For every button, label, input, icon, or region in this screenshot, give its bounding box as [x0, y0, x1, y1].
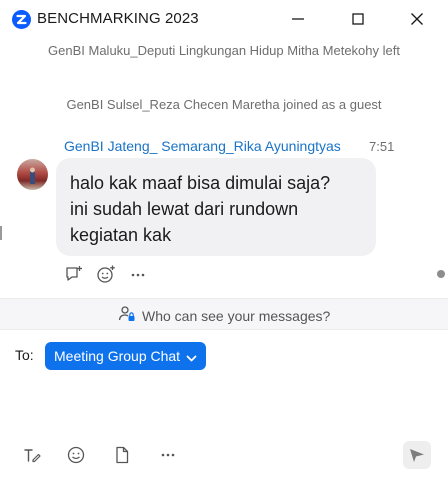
send-icon — [410, 449, 424, 462]
more-icon[interactable] — [128, 264, 148, 284]
message-privacy-bar[interactable]: Who can see your messages? — [0, 298, 448, 330]
person-lock-icon — [118, 305, 136, 326]
message-input[interactable] — [0, 376, 448, 436]
composer-toolbar — [0, 436, 448, 474]
chevron-down-icon — [186, 351, 197, 367]
maximize-button[interactable] — [348, 9, 368, 29]
message-text: halo kak maaf bisa dimulai saja? ini sud… — [70, 173, 331, 245]
message-bubble[interactable]: halo kak maaf bisa dimulai saja? ini sud… — [56, 158, 376, 256]
message-actions — [64, 262, 148, 286]
minimize-button[interactable] — [288, 9, 308, 29]
send-button[interactable] — [403, 441, 431, 469]
file-icon[interactable] — [111, 444, 133, 466]
maximize-icon — [352, 13, 364, 25]
recipient-select[interactable]: Meeting Group Chat — [45, 342, 206, 370]
close-button[interactable] — [407, 9, 427, 29]
avatar[interactable] — [17, 159, 48, 190]
to-label: To: — [15, 347, 34, 363]
zoom-logo-icon — [12, 10, 31, 29]
reply-icon[interactable] — [64, 264, 84, 284]
message-timestamp: 7:51 — [369, 139, 395, 154]
emoji-icon[interactable] — [65, 444, 87, 466]
chat-messages-area[interactable]: GenBI Maluku_Deputi Lingkungan Hidup Mit… — [0, 38, 448, 298]
privacy-label: Who can see your messages? — [142, 307, 331, 324]
scrollbar-thumb[interactable] — [437, 270, 445, 278]
title-bar: BENCHMARKING 2023 — [0, 0, 448, 39]
window-title: BENCHMARKING 2023 — [37, 10, 199, 27]
close-icon — [411, 13, 423, 25]
add-emoji-icon[interactable] — [96, 264, 116, 284]
more-icon[interactable] — [157, 444, 179, 466]
format-text-icon[interactable] — [21, 444, 43, 466]
recipient-select-value: Meeting Group Chat — [54, 348, 181, 364]
system-message: GenBI Sulsel_Reza Checen Maretha joined … — [66, 97, 382, 112]
minimize-icon — [292, 18, 304, 20]
system-message: GenBI Maluku_Deputi Lingkungan Hidup Mit… — [48, 43, 400, 58]
message-sender-name[interactable]: GenBI Jateng_ Semarang_Rika Ayuningtyas — [64, 138, 341, 154]
window-edge-marker — [0, 226, 2, 240]
